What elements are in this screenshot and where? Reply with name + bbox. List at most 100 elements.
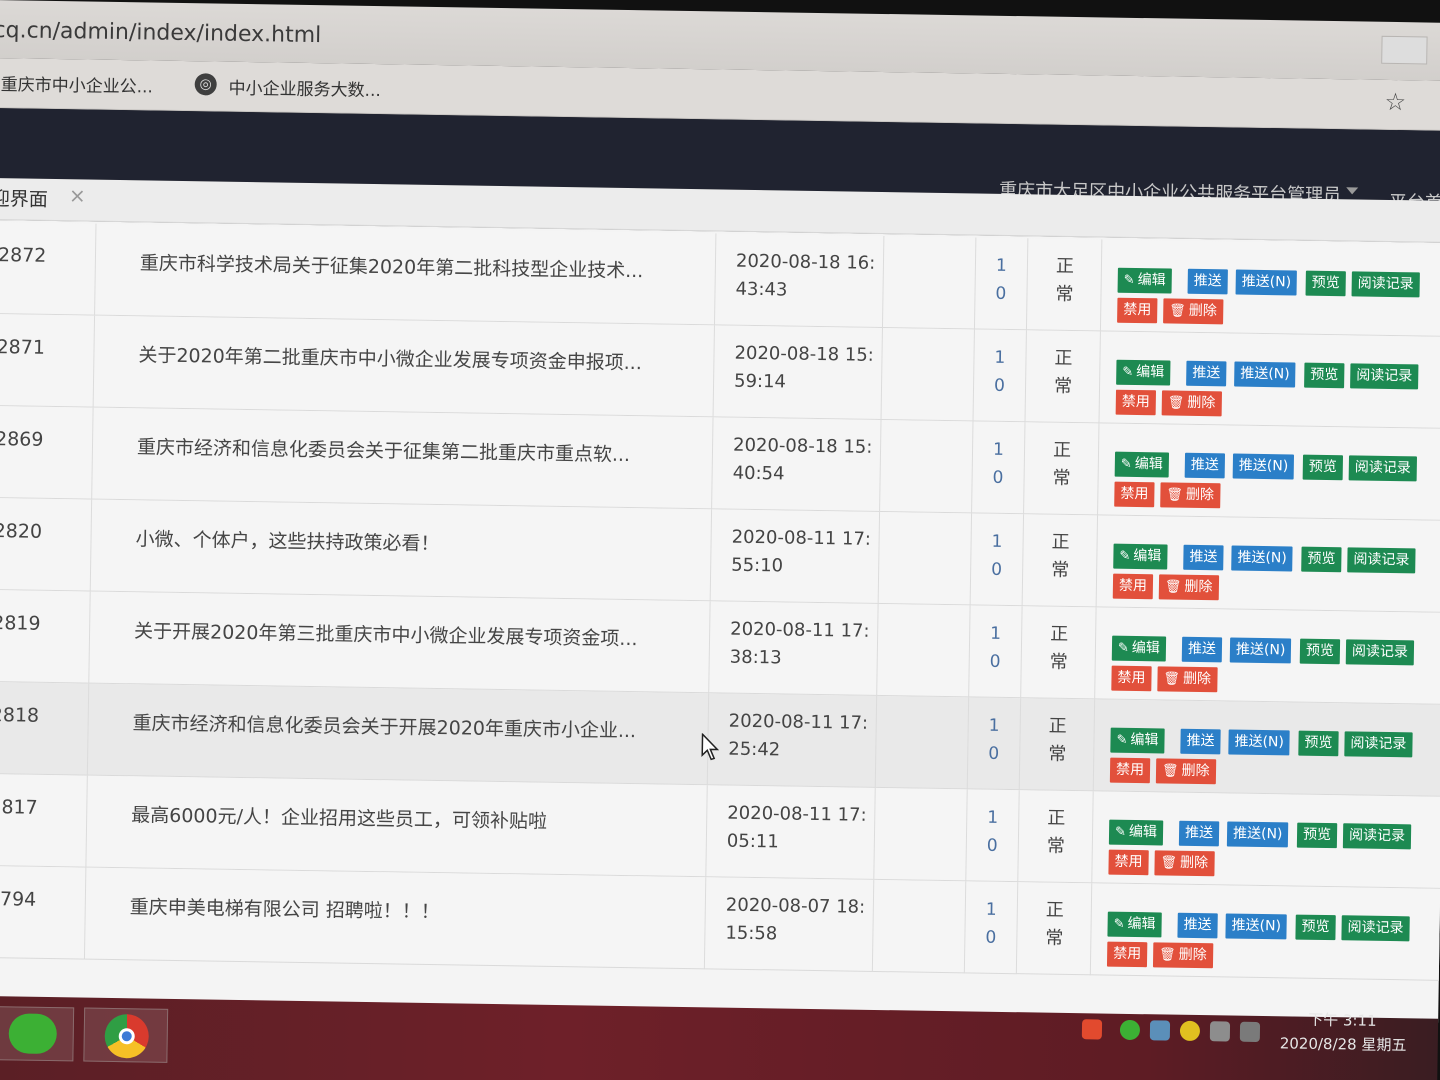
row-id: 2820 — [0, 520, 43, 543]
edit-button[interactable]: ✎ 编辑 — [1108, 819, 1164, 846]
push-n-button[interactable]: 推送(N) — [1226, 821, 1289, 848]
delete-button[interactable]: 🗑 删除 — [1158, 574, 1219, 601]
push-n-button[interactable]: 推送(N) — [1229, 637, 1292, 664]
edit-button[interactable]: ✎ 编辑 — [1113, 543, 1168, 570]
delete-button[interactable]: 🗑 删除 — [1155, 758, 1216, 785]
row-title[interactable]: 重庆市经济和信息化委员会关于开展2020年重庆市小企业... — [132, 708, 636, 743]
status-cell: 正 常 — [1024, 422, 1100, 516]
edit-button[interactable]: ✎ 编辑 — [1111, 635, 1167, 662]
window-control-button[interactable] — [1381, 35, 1428, 65]
push-button[interactable]: 推送 — [1183, 544, 1224, 571]
row-title[interactable]: 小微、个体户，这些扶持政策必看！ — [135, 524, 439, 556]
read-log-button[interactable]: 阅读记录 — [1347, 547, 1416, 574]
disable-button[interactable]: 禁用 — [1112, 573, 1154, 600]
delete-button[interactable]: 🗑 删除 — [1160, 482, 1221, 509]
push-n-button[interactable]: 推送(N) — [1232, 453, 1295, 480]
security-tray-icon[interactable] — [1179, 1020, 1201, 1042]
push-n-button[interactable]: 推送(N) — [1225, 913, 1288, 940]
delete-label: 删除 — [1178, 946, 1207, 964]
network-tray-icon[interactable] — [1209, 1021, 1231, 1042]
delete-button[interactable]: 🗑 删除 — [1154, 850, 1215, 877]
preview-button[interactable]: 预览 — [1298, 730, 1339, 757]
disable-button[interactable]: 禁用 — [1117, 297, 1158, 324]
row-title[interactable]: 重庆市经济和信息化委员会关于征集第二批重庆市重点软... — [137, 432, 630, 467]
row-count-line1: 1 — [995, 255, 1007, 276]
chevron-down-icon[interactable] — [1346, 187, 1359, 195]
push-n-button[interactable]: 推送(N) — [1231, 545, 1293, 572]
disable-button[interactable]: 禁用 — [1108, 849, 1149, 876]
preview-button[interactable]: 预览 — [1301, 546, 1342, 573]
read-log-button[interactable]: 阅读记录 — [1341, 915, 1410, 942]
bookmark-item[interactable]: 重庆市中小企业公... — [1, 70, 154, 97]
row-time: 2020-08-11 17: 25:42 — [728, 708, 869, 766]
row-time-line2: 43:43 — [735, 278, 788, 301]
tab-welcome[interactable]: 迎界面 — [0, 184, 48, 212]
row-title[interactable]: 关于2020年第二批重庆市中小微企业发展专项资金申报项... — [138, 340, 642, 375]
wechat-tray-icon[interactable] — [1119, 1019, 1141, 1041]
preview-button[interactable]: 预览 — [1295, 914, 1336, 941]
taskbar-app-chrome[interactable] — [83, 1007, 169, 1063]
shield-tray-icon[interactable] — [1149, 1020, 1171, 1041]
push-button[interactable]: 推送 — [1178, 820, 1220, 847]
preview-button[interactable]: 预览 — [1304, 362, 1345, 389]
preview-button[interactable]: 预览 — [1296, 822, 1338, 849]
row-title[interactable]: 重庆申美电梯有限公司 招聘啦！！！ — [130, 892, 440, 924]
disable-button[interactable]: 禁用 — [1111, 665, 1152, 692]
preview-button[interactable]: 预览 — [1299, 638, 1341, 665]
edit-button[interactable]: ✎ 编辑 — [1116, 359, 1171, 386]
volume-tray-icon[interactable] — [1239, 1021, 1261, 1043]
push-button[interactable]: 推送 — [1177, 912, 1218, 939]
row-count-line2: 0 — [988, 743, 1000, 764]
disable-button[interactable]: 禁用 — [1106, 941, 1148, 968]
edit-button[interactable]: ✎ 编辑 — [1114, 451, 1169, 478]
edit-button[interactable]: ✎ 编辑 — [1107, 911, 1162, 938]
read-log-button[interactable]: 阅读记录 — [1351, 271, 1420, 298]
disable-button[interactable]: 禁用 — [1115, 389, 1157, 416]
push-n-button[interactable]: 推送(N) — [1234, 361, 1296, 388]
pencil-icon: ✎ — [1120, 456, 1132, 472]
read-log-button[interactable]: 阅读记录 — [1342, 823, 1412, 850]
preview-button[interactable]: 预览 — [1302, 454, 1344, 481]
delete-button[interactable]: 🗑 删除 — [1157, 666, 1218, 693]
blank-cell — [872, 879, 967, 974]
clock-date[interactable]: 2020/8/28 星期五 — [1280, 1032, 1407, 1055]
blank-cell — [874, 787, 968, 882]
delete-button[interactable]: 🗑 删除 — [1163, 298, 1223, 325]
push-n-button[interactable]: 推送(N) — [1235, 269, 1298, 296]
close-icon[interactable]: × — [69, 183, 86, 207]
push-button[interactable]: 推送 — [1180, 728, 1221, 755]
delete-button[interactable]: 🗑 删除 — [1152, 942, 1213, 969]
bookmark-star-icon[interactable]: ☆ — [1384, 88, 1406, 116]
disable-button[interactable]: 禁用 — [1109, 757, 1151, 784]
row-status-line2: 常 — [1049, 651, 1068, 673]
push-button[interactable]: 推送 — [1186, 360, 1227, 387]
row-count: 1 0 — [990, 620, 1011, 676]
clock-time[interactable]: 下午 3:11 — [1308, 1009, 1377, 1031]
edit-button[interactable]: ✎ 编辑 — [1110, 727, 1165, 754]
row-title[interactable]: 最高6000元/人！企业招用这些员工，可领补贴啦 — [131, 800, 547, 834]
preview-button[interactable]: 预览 — [1305, 270, 1346, 297]
read-log-button[interactable]: 阅读记录 — [1344, 731, 1413, 758]
url-text[interactable]: cq.cn/admin/index/index.html — [0, 18, 321, 48]
read-log-button[interactable]: 阅读记录 — [1348, 455, 1418, 482]
bookmark-item[interactable]: 中小企业服务大数... — [228, 74, 381, 101]
row-title[interactable]: 重庆市科学技术局关于征集2020年第二批科技型企业技术... — [140, 248, 644, 283]
delete-button[interactable]: 🗑 删除 — [1161, 390, 1222, 417]
taskbar-app-wechat[interactable] — [0, 1006, 75, 1062]
read-log-button[interactable]: 阅读记录 — [1345, 639, 1415, 666]
edit-button[interactable]: ✎ 编辑 — [1117, 267, 1172, 294]
push-button[interactable]: 推送 — [1187, 268, 1228, 295]
article-table: 2872 重庆市科学技术局关于征集2020年第二批科技型企业技术... 2020… — [0, 219, 1440, 1023]
sogou-tray-icon[interactable] — [1081, 1019, 1103, 1040]
pencil-icon: ✎ — [1119, 548, 1131, 564]
push-n-button[interactable]: 推送(N) — [1228, 729, 1291, 756]
status-cell: 正 常 — [1026, 238, 1103, 332]
row-title[interactable]: 关于开展2020年第三批重庆市中小微企业发展专项资金项... — [134, 616, 638, 651]
push-button[interactable]: 推送 — [1181, 636, 1223, 663]
blank-cell — [875, 695, 970, 790]
push-button[interactable]: 推送 — [1184, 452, 1226, 479]
title-cell: 关于开展2020年第三批重庆市中小微企业发展专项资金项... — [89, 591, 711, 694]
disable-button[interactable]: 禁用 — [1114, 481, 1155, 508]
pencil-icon: ✎ — [1117, 640, 1129, 656]
read-log-button[interactable]: 阅读记录 — [1350, 363, 1419, 390]
